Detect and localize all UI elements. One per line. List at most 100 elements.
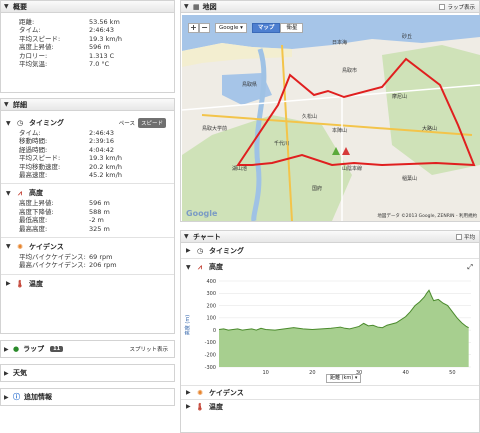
split-view-link[interactable]: スプリット表示	[129, 345, 168, 353]
timing-row: 最高速度: 45.2 km/h	[19, 170, 122, 179]
elevation-section-header[interactable]: ▼ ⩘ 高度	[1, 187, 174, 199]
x-tick-label: 40	[402, 370, 408, 376]
chart-temperature-label: 温度	[209, 402, 223, 411]
elevation-chart[interactable]: 高度 (m) 400 300 200 100 0 -100 -200 -300 10 20 30 40…	[181, 275, 479, 385]
collapse-triangle-icon[interactable]: ▼	[4, 101, 13, 108]
timing-row: 移動時間: 2:39:16	[19, 137, 115, 146]
overview-row: 平均スピード: 19.3 km/h	[19, 34, 122, 43]
expand-triangle-icon[interactable]: ▶	[4, 370, 13, 377]
expand-triangle-icon[interactable]: ▶	[186, 389, 195, 396]
y-tick-label: -200	[205, 353, 216, 359]
pace-speed-toggle[interactable]: ペース スピード	[116, 118, 166, 128]
chart-checkbox[interactable]	[455, 234, 462, 240]
timing-section-header[interactable]: ▼ ◷ タイミング ペース スピード	[1, 117, 174, 129]
expand-triangle-icon[interactable]: ▶	[186, 247, 195, 254]
laps-header[interactable]: ▶ ● ラップ 11 スプリット表示	[1, 341, 174, 357]
map-copyright: 地図データ ©2013 Google, ZENRIN - 利用規約	[377, 214, 477, 219]
collapse-triangle-icon[interactable]: ▼	[4, 3, 13, 10]
map-provider-select[interactable]: Google ▾	[215, 23, 247, 33]
expand-triangle-icon[interactable]: ▶	[186, 403, 195, 410]
collapse-triangle-icon[interactable]: ▼	[6, 243, 15, 250]
thermometer-icon: 🌡	[195, 402, 205, 411]
collapse-triangle-icon[interactable]: ▼	[186, 264, 195, 271]
chevron-down-icon: ▾	[240, 25, 243, 31]
chart-header[interactable]: ▼ チャート 平均	[181, 231, 479, 243]
expand-triangle-icon[interactable]: ▶	[6, 280, 15, 287]
chevron-down-icon: ▾	[354, 375, 358, 381]
elevation-row: 最低高度: -2 m	[19, 216, 104, 225]
thermometer-icon: 🌡	[15, 279, 25, 288]
clock-icon: ◷	[196, 246, 204, 255]
chart-temperature-header[interactable]: ▶ 🌡 温度	[181, 399, 479, 413]
chart-elevation-header[interactable]: ▼ ⩘ 高度 ⤢	[181, 259, 479, 275]
expand-chart-icon[interactable]: ⤢	[467, 263, 473, 272]
y-tick-label: 200	[206, 303, 216, 309]
timing-row: 経過時間: 4:04:42	[19, 145, 115, 154]
x-tick-label: 50	[449, 370, 455, 376]
cadence-title: ケイデンス	[29, 242, 64, 251]
expand-triangle-icon[interactable]: ▶	[4, 394, 13, 401]
weather-title: 天気	[13, 369, 27, 377]
collapse-triangle-icon[interactable]: ▼	[6, 190, 15, 197]
place-label: 久松山	[302, 114, 318, 120]
lap-checkbox[interactable]	[439, 4, 446, 10]
y-tick-label: 0	[213, 328, 216, 334]
cadence-section-header[interactable]: ▼ ✺ ケイデンス	[1, 241, 174, 253]
moreinfo-header[interactable]: ▶ ⓘ 追加情報	[1, 389, 174, 405]
overview-row: 高度上昇値: 596 m	[19, 43, 110, 52]
place-label: 日本海	[332, 40, 348, 46]
expand-triangle-icon[interactable]: ▶	[4, 346, 13, 353]
map-type-button[interactable]: マップ	[251, 23, 281, 33]
map-title: 地図	[202, 2, 217, 11]
chart-title: チャート	[193, 232, 221, 241]
collapse-triangle-icon[interactable]: ▼	[184, 233, 193, 240]
moreinfo-panel: ▶ ⓘ 追加情報	[0, 388, 175, 406]
collapse-triangle-icon[interactable]: ▼	[6, 120, 15, 127]
laps-icon: ●	[13, 345, 20, 353]
map-panel: ▼ ▦ 地図 ラップ表示 + − Google ▾ マップ 衛星 鳥取市 鳥取県…	[180, 0, 480, 222]
cadence-icon: ✺	[17, 242, 23, 251]
x-tick-label: 20	[309, 370, 315, 376]
zoom-out-button[interactable]: −	[199, 23, 210, 33]
timing-rows: タイム: 2:46:43 移動時間: 2:39:16 経過時間: 4:04:42 平均…	[1, 129, 174, 179]
overview-rows: 距離: 53.56 km タイム: 2:46:43 平均スピード: 19.3 km/h…	[1, 13, 174, 68]
place-label: 鳥取大学前	[202, 126, 228, 132]
speed-option[interactable]: スピード	[137, 118, 166, 128]
pace-option[interactable]: ペース	[116, 118, 138, 128]
place-label: 国府	[312, 186, 323, 192]
satellite-type-button[interactable]: 衛星	[280, 23, 304, 33]
timing-row: 平均移動速度: 20.2 km/h	[19, 162, 122, 171]
zoom-in-button[interactable]: +	[188, 23, 199, 33]
details-header[interactable]: ▼ 詳細	[1, 99, 174, 111]
elevation-title: 高度	[29, 189, 43, 198]
place-label: 稲葉山	[402, 176, 418, 182]
collapse-triangle-icon[interactable]: ▼	[184, 3, 193, 10]
map-header[interactable]: ▼ ▦ 地図 ラップ表示	[181, 1, 479, 13]
laps-panel: ▶ ● ラップ 11 スプリット表示	[0, 340, 175, 358]
y-tick-label: 300	[206, 291, 216, 297]
place-label: 山陰本線	[342, 166, 363, 172]
y-tick-label: -100	[205, 340, 216, 346]
map-icon: ▦	[193, 2, 200, 11]
elevation-row: 高度上昇値: 596 m	[19, 199, 110, 208]
place-label: 摩尼山	[392, 94, 408, 100]
weather-header[interactable]: ▶ 天気	[1, 365, 174, 381]
elevation-row: 最高高度: 325 m	[19, 224, 110, 233]
chart-timing-header[interactable]: ▶ ◷ タイミング	[181, 243, 479, 259]
details-title: 詳細	[13, 100, 27, 109]
moreinfo-title: 追加情報	[24, 393, 52, 401]
map-canvas[interactable]: + − Google ▾ マップ 衛星 鳥取市 鳥取県 久松山 本陣山 摩尼山 …	[182, 15, 480, 221]
overview-panel: ▼ 概要 距離: 53.56 km タイム: 2:46:43 平均スピード: 19.3 …	[0, 0, 175, 93]
y-tick-label: 400	[206, 279, 216, 285]
overview-header[interactable]: ▼ 概要	[1, 1, 174, 13]
lap-toggle[interactable]: ラップ表示	[439, 3, 475, 11]
chart-cadence-header[interactable]: ▶ ✺ ケイデンス	[181, 385, 479, 399]
temperature-section-header[interactable]: ▶ 🌡 温度	[1, 278, 174, 290]
x-axis-select[interactable]: 距離 (km) ▾	[326, 374, 362, 383]
map-drawing	[182, 15, 480, 221]
elevation-row: 高度下降値: 588 m	[19, 207, 110, 216]
cadence-icon: ✺	[197, 388, 203, 397]
place-label: 千代川	[274, 141, 290, 147]
elevation-area	[219, 290, 469, 367]
chart-toggle[interactable]: 平均	[455, 233, 475, 241]
